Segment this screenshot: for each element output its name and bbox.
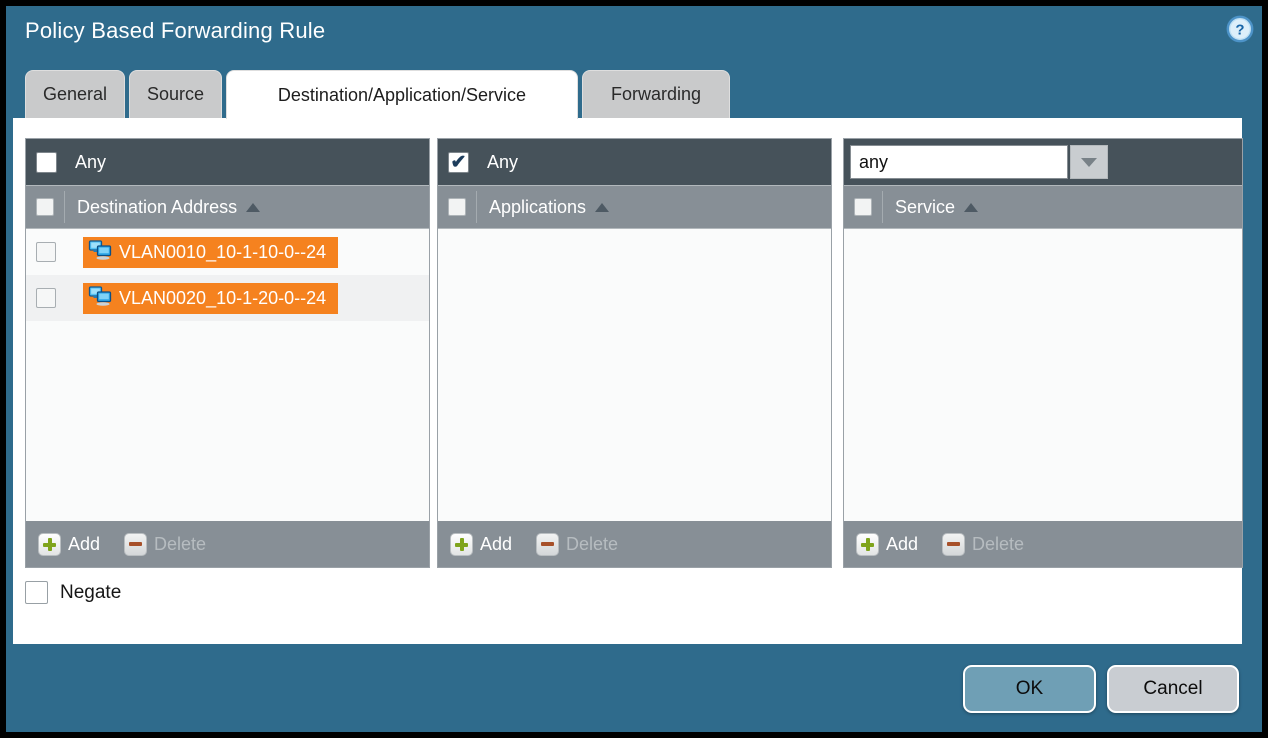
- service-footer: Add Delete: [844, 521, 1242, 567]
- applications-any-bar: Any: [438, 139, 831, 185]
- destination-address-column: Any Destination Address: [25, 138, 430, 568]
- plus-icon: [43, 538, 56, 551]
- applications-column-header[interactable]: Applications: [438, 185, 831, 229]
- service-column-header[interactable]: Service: [844, 185, 1242, 229]
- applications-select-all-checkbox[interactable]: [448, 198, 466, 216]
- destination-list: VLAN0010_10-1-10-0--24: [26, 229, 429, 521]
- address-badge[interactable]: VLAN0010_10-1-10-0--24: [83, 237, 338, 268]
- table-row[interactable]: VLAN0010_10-1-10-0--24: [26, 229, 429, 275]
- destination-any-label: Any: [75, 152, 106, 173]
- cancel-button[interactable]: Cancel: [1107, 665, 1239, 713]
- dialog-title: Policy Based Forwarding Rule: [25, 18, 325, 44]
- applications-footer: Add Delete: [438, 521, 831, 567]
- policy-based-forwarding-dialog: Policy Based Forwarding Rule ? General S…: [6, 6, 1262, 732]
- add-button[interactable]: Add: [450, 533, 512, 556]
- row-checkbox[interactable]: [36, 288, 56, 308]
- minus-icon: [541, 542, 554, 546]
- negate-label: Negate: [60, 582, 121, 604]
- destination-select-all-checkbox[interactable]: [36, 198, 54, 216]
- svg-text:?: ?: [1235, 22, 1244, 39]
- screen: Policy Based Forwarding Rule ? General S…: [0, 0, 1268, 738]
- network-icon: [88, 240, 112, 265]
- destination-header-label: Destination Address: [77, 197, 237, 218]
- delete-button: Delete: [124, 533, 206, 556]
- service-list: [844, 229, 1242, 521]
- sort-asc-icon: [595, 203, 609, 212]
- minus-icon: [129, 542, 142, 546]
- sort-asc-icon: [246, 203, 260, 212]
- applications-any-checkbox[interactable]: [448, 152, 469, 173]
- plus-icon: [861, 538, 874, 551]
- address-label: VLAN0010_10-1-10-0--24: [119, 242, 326, 263]
- service-header-label: Service: [895, 197, 955, 218]
- row-checkbox[interactable]: [36, 242, 56, 262]
- destination-column-header[interactable]: Destination Address: [26, 185, 429, 229]
- address-label: VLAN0020_10-1-20-0--24: [119, 288, 326, 309]
- tab-source[interactable]: Source: [129, 70, 222, 118]
- applications-any-label: Any: [487, 152, 518, 173]
- service-type-dropdown[interactable]: any: [850, 145, 1108, 179]
- tab-content-panel: Any Destination Address: [13, 118, 1242, 644]
- service-select-all-checkbox[interactable]: [854, 198, 872, 216]
- table-row[interactable]: VLAN0020_10-1-20-0--24: [26, 275, 429, 321]
- chevron-down-icon[interactable]: [1070, 145, 1108, 179]
- delete-button: Delete: [942, 533, 1024, 556]
- plus-icon: [455, 538, 468, 551]
- network-icon: [88, 286, 112, 311]
- destination-any-checkbox[interactable]: [36, 152, 57, 173]
- applications-column: Any Applications Add Delete: [437, 138, 832, 568]
- destination-any-bar: Any: [26, 139, 429, 185]
- tab-forwarding[interactable]: Forwarding: [582, 70, 730, 118]
- applications-list: [438, 229, 831, 521]
- minus-icon: [947, 542, 960, 546]
- destination-footer: Add Delete: [26, 521, 429, 567]
- address-badge[interactable]: VLAN0020_10-1-20-0--24: [83, 283, 338, 314]
- delete-button: Delete: [536, 533, 618, 556]
- tab-bar: General Source Destination/Application/S…: [25, 70, 730, 118]
- help-icon[interactable]: ?: [1226, 15, 1254, 43]
- tab-destination-application-service[interactable]: Destination/Application/Service: [226, 70, 578, 119]
- tab-general[interactable]: General: [25, 70, 125, 118]
- sort-asc-icon: [964, 203, 978, 212]
- applications-header-label: Applications: [489, 197, 586, 218]
- negate-checkbox[interactable]: [25, 581, 48, 604]
- service-any-bar: any: [844, 139, 1242, 185]
- add-button[interactable]: Add: [856, 533, 918, 556]
- ok-button[interactable]: OK: [963, 665, 1096, 713]
- service-column: any Service Add: [843, 138, 1243, 568]
- add-button[interactable]: Add: [38, 533, 100, 556]
- service-type-value[interactable]: any: [850, 145, 1068, 179]
- negate-option: Negate: [25, 581, 121, 604]
